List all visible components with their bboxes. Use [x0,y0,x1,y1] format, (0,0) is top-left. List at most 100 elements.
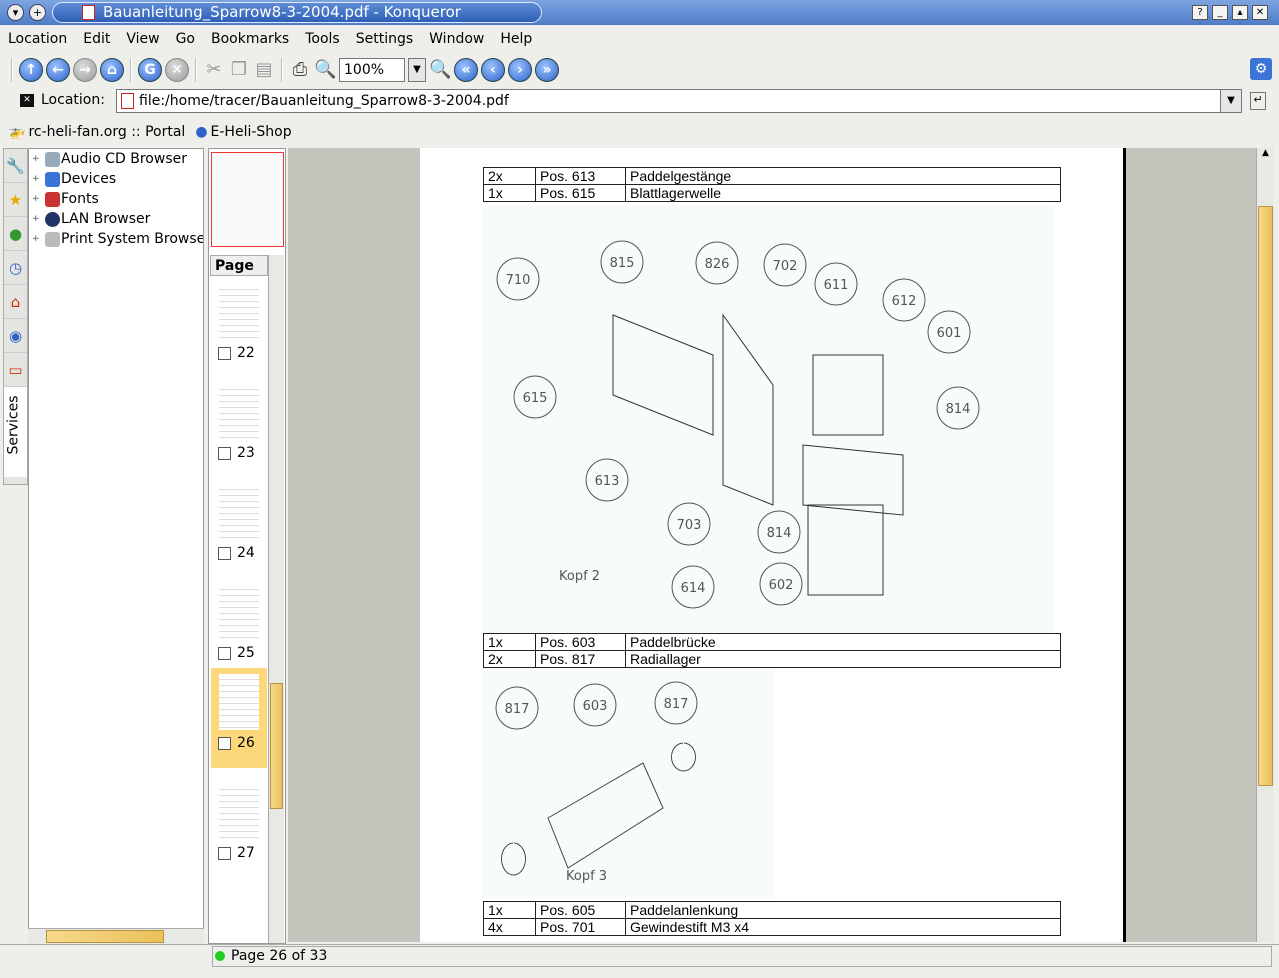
bookmarks-tab-icon[interactable]: ★ [4,183,27,217]
part-outline [501,842,526,876]
sidebar-tabs: 🔧 ★ ● ◷ ⌂ ◉ ▭ Services [3,148,28,485]
next-page-icon[interactable]: › [508,58,532,82]
callout-label: 815 [610,256,635,271]
checkbox[interactable] [218,736,231,750]
menu-window[interactable]: Window [421,28,492,50]
part-name-cell: Paddelanlenkung [625,901,1061,919]
thumbnail-page-27[interactable]: 27 [211,778,267,878]
bookmark-e-heli-shop[interactable]: ● E-Heli-Shop [195,124,291,140]
callout-label: 710 [506,273,531,288]
sticky-button[interactable]: + [29,4,46,21]
part-name-cell: Gewindestift M3 x4 [625,918,1061,936]
paste-icon[interactable]: ▤ [253,58,275,82]
table-row: 4x Pos. 701 Gewindestift M3 x4 [483,918,1061,936]
tree-item-devices[interactable]: Devices [29,169,203,189]
home-icon[interactable]: ⌂ [100,58,124,82]
help-button[interactable]: ? [1192,5,1208,20]
checkbox[interactable] [218,446,231,460]
configure-sidebar-icon[interactable]: 🔧 [4,149,27,183]
page-overview-thumbnail[interactable] [211,152,284,247]
back-icon[interactable]: ← [46,58,70,82]
checkbox[interactable] [218,846,231,860]
network-tab-icon[interactable]: ◉ [4,319,27,353]
globe-icon: ● [195,124,208,140]
last-page-icon[interactable]: » [535,58,559,82]
menu-tools[interactable]: Tools [297,28,348,50]
clear-location-icon[interactable]: ✕ [20,94,34,107]
checkbox[interactable] [218,646,231,660]
thumbnail-page-25[interactable]: 25 [211,578,267,678]
part-outline [807,504,884,596]
go-icon[interactable]: ↵ [1250,92,1266,110]
pdf-icon [121,93,134,109]
reload-icon[interactable]: G [138,58,162,82]
up-icon[interactable]: ↑ [19,58,43,82]
diagram-kopf-2: 710 815 826 702 611 612 601 615 814 613 703 814 614 6… [483,205,1055,633]
url-dropdown-icon[interactable]: ▼ [1220,89,1242,113]
menu-edit[interactable]: Edit [75,28,118,50]
print-icon[interactable]: ⎙ [289,58,311,82]
menu-location[interactable]: Location [0,28,75,50]
home-tab-icon[interactable]: ⌂ [4,285,27,319]
konqueror-gear-icon[interactable]: ⚙ [1250,58,1272,80]
window-menu-button[interactable]: ▾ [7,4,24,21]
bookmark-rc-heli-fan[interactable]: 🚁 rc-heli-fan.org :: Portal [8,124,185,140]
menu-settings[interactable]: Settings [348,28,421,50]
position-cell: Pos. 701 [535,918,626,936]
scroll-up-icon[interactable]: ▲ [1257,148,1274,164]
root-folder-tab-icon[interactable]: ▭ [4,353,27,387]
location-bar: ✕ Location: file:/home/tracer/Bauanleitu… [8,88,1273,114]
callout-label: 601 [937,326,962,341]
zoom-dropdown-icon[interactable]: ▼ [408,58,426,82]
toolbar-handle [11,58,13,82]
url-input[interactable]: file:/home/tracer/Bauanleitung_Sparrow8-… [116,89,1221,113]
zoom-input[interactable]: 100% [339,58,405,82]
thumbnail-scrollbar[interactable] [268,255,284,943]
parts-table-2: 1x Pos. 603 Paddelbrücke 2x Pos. 817 Radialla… [483,633,1061,668]
menu-help[interactable]: Help [492,28,540,50]
diagram-kopf-3: 817 603 817 Kopf 3 [483,668,775,898]
menu-view[interactable]: View [118,28,167,50]
thumbnail-page-23[interactable]: 23 [211,378,267,478]
zoom-out-icon[interactable]: 🔍 [429,58,451,82]
parts-table-3: 1x Pos. 605 Paddelanlenkung 4x Pos. 701 Gewin… [483,901,1061,936]
position-cell: Pos. 615 [535,184,626,202]
menu-bookmarks[interactable]: Bookmarks [203,28,297,50]
document-scrollbar[interactable]: ▲ [1256,148,1274,942]
parts-table-1: 2x Pos. 613 Paddelgestänge 1x Pos. 615 Blattl… [483,167,1061,202]
stop-icon[interactable]: ✕ [165,58,189,82]
status-indicator-icon [215,951,225,961]
table-row: 2x Pos. 613 Paddelgestänge [483,167,1061,185]
maximize-button[interactable]: ▴ [1232,5,1248,20]
thumbnail-page-22[interactable]: 22 [211,278,267,378]
forward-icon[interactable]: → [73,58,97,82]
previous-page-icon[interactable]: ‹ [481,58,505,82]
tree-item-audio-cd[interactable]: Audio CD Browser [29,149,203,169]
tree-item-lan-browser[interactable]: LAN Browser [29,209,203,229]
close-button[interactable]: ✕ [1252,5,1268,20]
tree-horizontal-scrollbar[interactable] [28,928,204,944]
cut-icon[interactable]: ✂ [203,58,225,82]
checkbox[interactable] [218,346,231,360]
thumbnail-page-26[interactable]: 26 [211,668,267,768]
menu-bar: Location Edit View Go Bookmarks Tools Se… [0,28,540,50]
zoom-in-icon[interactable]: 🔍 [314,58,336,82]
minimize-button[interactable]: _ [1212,5,1228,20]
thumbnail-page-24[interactable]: 24 [211,478,267,578]
tree-item-fonts[interactable]: Fonts [29,189,203,209]
part-name-cell: Paddelbrücke [625,633,1061,651]
position-cell: Pos. 603 [535,633,626,651]
position-cell: Pos. 613 [535,167,626,185]
part-name-cell: Paddelgestänge [625,167,1061,185]
devices-tab-icon[interactable]: ● [4,217,27,251]
copy-icon[interactable]: ❐ [228,58,250,82]
checkbox[interactable] [218,546,231,560]
first-page-icon[interactable]: « [454,58,478,82]
history-tab-icon[interactable]: ◷ [4,251,27,285]
tab-services[interactable]: Services [4,387,27,477]
menu-go[interactable]: Go [168,28,203,50]
tree-item-print-system[interactable]: Print System Browser [29,229,203,249]
table-row: 2x Pos. 817 Radiallager [483,650,1061,668]
quantity-cell: 1x [483,184,536,202]
quantity-cell: 1x [483,633,536,651]
